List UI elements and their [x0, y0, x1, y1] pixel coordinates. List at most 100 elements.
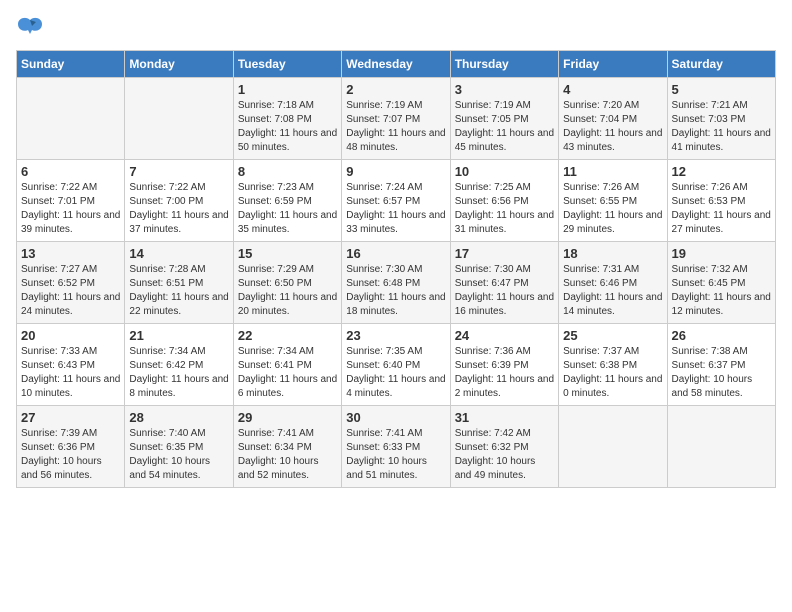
day-number: 5	[672, 82, 771, 97]
calendar-cell	[667, 406, 775, 488]
calendar-cell: 27Sunrise: 7:39 AM Sunset: 6:36 PM Dayli…	[17, 406, 125, 488]
calendar-cell	[125, 78, 233, 160]
day-info: Sunrise: 7:34 AM Sunset: 6:41 PM Dayligh…	[238, 345, 337, 401]
weekday-header-tuesday: Tuesday	[233, 51, 341, 78]
day-number: 2	[346, 82, 445, 97]
day-number: 26	[672, 328, 771, 343]
day-number: 10	[455, 164, 554, 179]
day-info: Sunrise: 7:30 AM Sunset: 6:47 PM Dayligh…	[455, 263, 554, 319]
day-number: 22	[238, 328, 337, 343]
weekday-header-thursday: Thursday	[450, 51, 558, 78]
weekday-header-monday: Monday	[125, 51, 233, 78]
calendar-cell: 26 Sunrise: 7:38 AM Sunset: 6:37 PM Dayli…	[667, 324, 775, 406]
calendar-cell: 5 Sunrise: 7:21 AM Sunset: 7:03 PM Daylig…	[667, 78, 775, 160]
day-number: 24	[455, 328, 554, 343]
day-info: Sunrise: 7:19 AM Sunset: 7:05 PM Dayligh…	[455, 99, 554, 155]
day-info: Sunrise: 7:26 AM Sunset: 6:53 PM Dayligh…	[672, 181, 771, 237]
day-info: Sunrise: 7:40 AM Sunset: 6:35 PM Dayligh…	[129, 427, 228, 483]
day-info: Sunrise: 7:27 AM Sunset: 6:52 PM Dayligh…	[21, 263, 120, 319]
week-row-3: 13 Sunrise: 7:27 AM Sunset: 6:52 PM Dayli…	[17, 242, 776, 324]
calendar-cell: 6Sunrise: 7:22 AM Sunset: 7:01 PM Daylig…	[17, 160, 125, 242]
day-info: Sunrise: 7:42 AM Sunset: 6:32 PM Dayligh…	[455, 427, 554, 483]
day-number: 9	[346, 164, 445, 179]
day-number: 3	[455, 82, 554, 97]
day-number: 6	[21, 164, 120, 179]
day-number: 4	[563, 82, 662, 97]
day-number: 21	[129, 328, 228, 343]
day-number: 13	[21, 246, 120, 261]
calendar-cell: 17 Sunrise: 7:30 AM Sunset: 6:47 PM Dayli…	[450, 242, 558, 324]
day-number: 25	[563, 328, 662, 343]
day-info: Sunrise: 7:33 AM Sunset: 6:43 PM Dayligh…	[21, 345, 120, 401]
calendar-cell: 9 Sunrise: 7:24 AM Sunset: 6:57 PM Daylig…	[342, 160, 450, 242]
week-row-5: 27Sunrise: 7:39 AM Sunset: 6:36 PM Dayli…	[17, 406, 776, 488]
day-info: Sunrise: 7:37 AM Sunset: 6:38 PM Dayligh…	[563, 345, 662, 401]
day-number: 28	[129, 410, 228, 425]
day-info: Sunrise: 7:39 AM Sunset: 6:36 PM Dayligh…	[21, 427, 120, 483]
day-number: 12	[672, 164, 771, 179]
day-number: 7	[129, 164, 228, 179]
day-number: 15	[238, 246, 337, 261]
day-info: Sunrise: 7:18 AM Sunset: 7:08 PM Dayligh…	[238, 99, 337, 155]
day-info: Sunrise: 7:23 AM Sunset: 6:59 PM Dayligh…	[238, 181, 337, 237]
logo-icon	[16, 16, 44, 38]
calendar-cell: 11 Sunrise: 7:26 AM Sunset: 6:55 PM Dayli…	[559, 160, 667, 242]
calendar-cell: 18 Sunrise: 7:31 AM Sunset: 6:46 PM Dayli…	[559, 242, 667, 324]
day-info: Sunrise: 7:20 AM Sunset: 7:04 PM Dayligh…	[563, 99, 662, 155]
weekday-header-wednesday: Wednesday	[342, 51, 450, 78]
calendar-cell: 19Sunrise: 7:32 AM Sunset: 6:45 PM Dayli…	[667, 242, 775, 324]
day-number: 19	[672, 246, 771, 261]
calendar-cell: 24 Sunrise: 7:36 AM Sunset: 6:39 PM Dayli…	[450, 324, 558, 406]
day-info: Sunrise: 7:19 AM Sunset: 7:07 PM Dayligh…	[346, 99, 445, 155]
calendar-cell: 4 Sunrise: 7:20 AM Sunset: 7:04 PM Daylig…	[559, 78, 667, 160]
day-info: Sunrise: 7:24 AM Sunset: 6:57 PM Dayligh…	[346, 181, 445, 237]
week-row-2: 6Sunrise: 7:22 AM Sunset: 7:01 PM Daylig…	[17, 160, 776, 242]
calendar-cell: 20Sunrise: 7:33 AM Sunset: 6:43 PM Dayli…	[17, 324, 125, 406]
calendar-cell: 2 Sunrise: 7:19 AM Sunset: 7:07 PM Daylig…	[342, 78, 450, 160]
day-info: Sunrise: 7:30 AM Sunset: 6:48 PM Dayligh…	[346, 263, 445, 319]
calendar-cell: 14Sunrise: 7:28 AM Sunset: 6:51 PM Dayli…	[125, 242, 233, 324]
day-info: Sunrise: 7:31 AM Sunset: 6:46 PM Dayligh…	[563, 263, 662, 319]
calendar-cell: 25 Sunrise: 7:37 AM Sunset: 6:38 PM Dayli…	[559, 324, 667, 406]
weekday-header-friday: Friday	[559, 51, 667, 78]
calendar-cell: 3 Sunrise: 7:19 AM Sunset: 7:05 PM Daylig…	[450, 78, 558, 160]
logo	[16, 16, 48, 38]
calendar-cell: 13 Sunrise: 7:27 AM Sunset: 6:52 PM Dayli…	[17, 242, 125, 324]
calendar-cell: 10 Sunrise: 7:25 AM Sunset: 6:56 PM Dayli…	[450, 160, 558, 242]
day-number: 31	[455, 410, 554, 425]
calendar-header: SundayMondayTuesdayWednesdayThursdayFrid…	[17, 51, 776, 78]
calendar-cell: 30 Sunrise: 7:41 AM Sunset: 6:33 PM Dayli…	[342, 406, 450, 488]
calendar-cell: 1 Sunrise: 7:18 AM Sunset: 7:08 PM Daylig…	[233, 78, 341, 160]
day-number: 18	[563, 246, 662, 261]
day-number: 30	[346, 410, 445, 425]
day-info: Sunrise: 7:34 AM Sunset: 6:42 PM Dayligh…	[129, 345, 228, 401]
day-info: Sunrise: 7:38 AM Sunset: 6:37 PM Dayligh…	[672, 345, 771, 401]
calendar-cell: 31 Sunrise: 7:42 AM Sunset: 6:32 PM Dayli…	[450, 406, 558, 488]
calendar-body: 1 Sunrise: 7:18 AM Sunset: 7:08 PM Daylig…	[17, 78, 776, 488]
day-info: Sunrise: 7:41 AM Sunset: 6:33 PM Dayligh…	[346, 427, 445, 483]
calendar-cell: 28 Sunrise: 7:40 AM Sunset: 6:35 PM Dayli…	[125, 406, 233, 488]
header-area	[16, 16, 776, 38]
weekday-row: SundayMondayTuesdayWednesdayThursdayFrid…	[17, 51, 776, 78]
day-number: 17	[455, 246, 554, 261]
day-info: Sunrise: 7:25 AM Sunset: 6:56 PM Dayligh…	[455, 181, 554, 237]
day-info: Sunrise: 7:36 AM Sunset: 6:39 PM Dayligh…	[455, 345, 554, 401]
calendar-cell: 8Sunrise: 7:23 AM Sunset: 6:59 PM Daylig…	[233, 160, 341, 242]
day-number: 29	[238, 410, 337, 425]
day-info: Sunrise: 7:22 AM Sunset: 7:00 PM Dayligh…	[129, 181, 228, 237]
calendar-cell: 7 Sunrise: 7:22 AM Sunset: 7:00 PM Daylig…	[125, 160, 233, 242]
day-number: 11	[563, 164, 662, 179]
weekday-header-sunday: Sunday	[17, 51, 125, 78]
calendar-cell	[559, 406, 667, 488]
calendar-cell: 23Sunrise: 7:35 AM Sunset: 6:40 PM Dayli…	[342, 324, 450, 406]
weekday-header-saturday: Saturday	[667, 51, 775, 78]
day-info: Sunrise: 7:26 AM Sunset: 6:55 PM Dayligh…	[563, 181, 662, 237]
day-info: Sunrise: 7:21 AM Sunset: 7:03 PM Dayligh…	[672, 99, 771, 155]
calendar-cell: 12 Sunrise: 7:26 AM Sunset: 6:53 PM Dayli…	[667, 160, 775, 242]
day-number: 16	[346, 246, 445, 261]
calendar-cell: 22 Sunrise: 7:34 AM Sunset: 6:41 PM Dayli…	[233, 324, 341, 406]
day-info: Sunrise: 7:41 AM Sunset: 6:34 PM Dayligh…	[238, 427, 337, 483]
week-row-4: 20Sunrise: 7:33 AM Sunset: 6:43 PM Dayli…	[17, 324, 776, 406]
day-number: 23	[346, 328, 445, 343]
day-number: 1	[238, 82, 337, 97]
